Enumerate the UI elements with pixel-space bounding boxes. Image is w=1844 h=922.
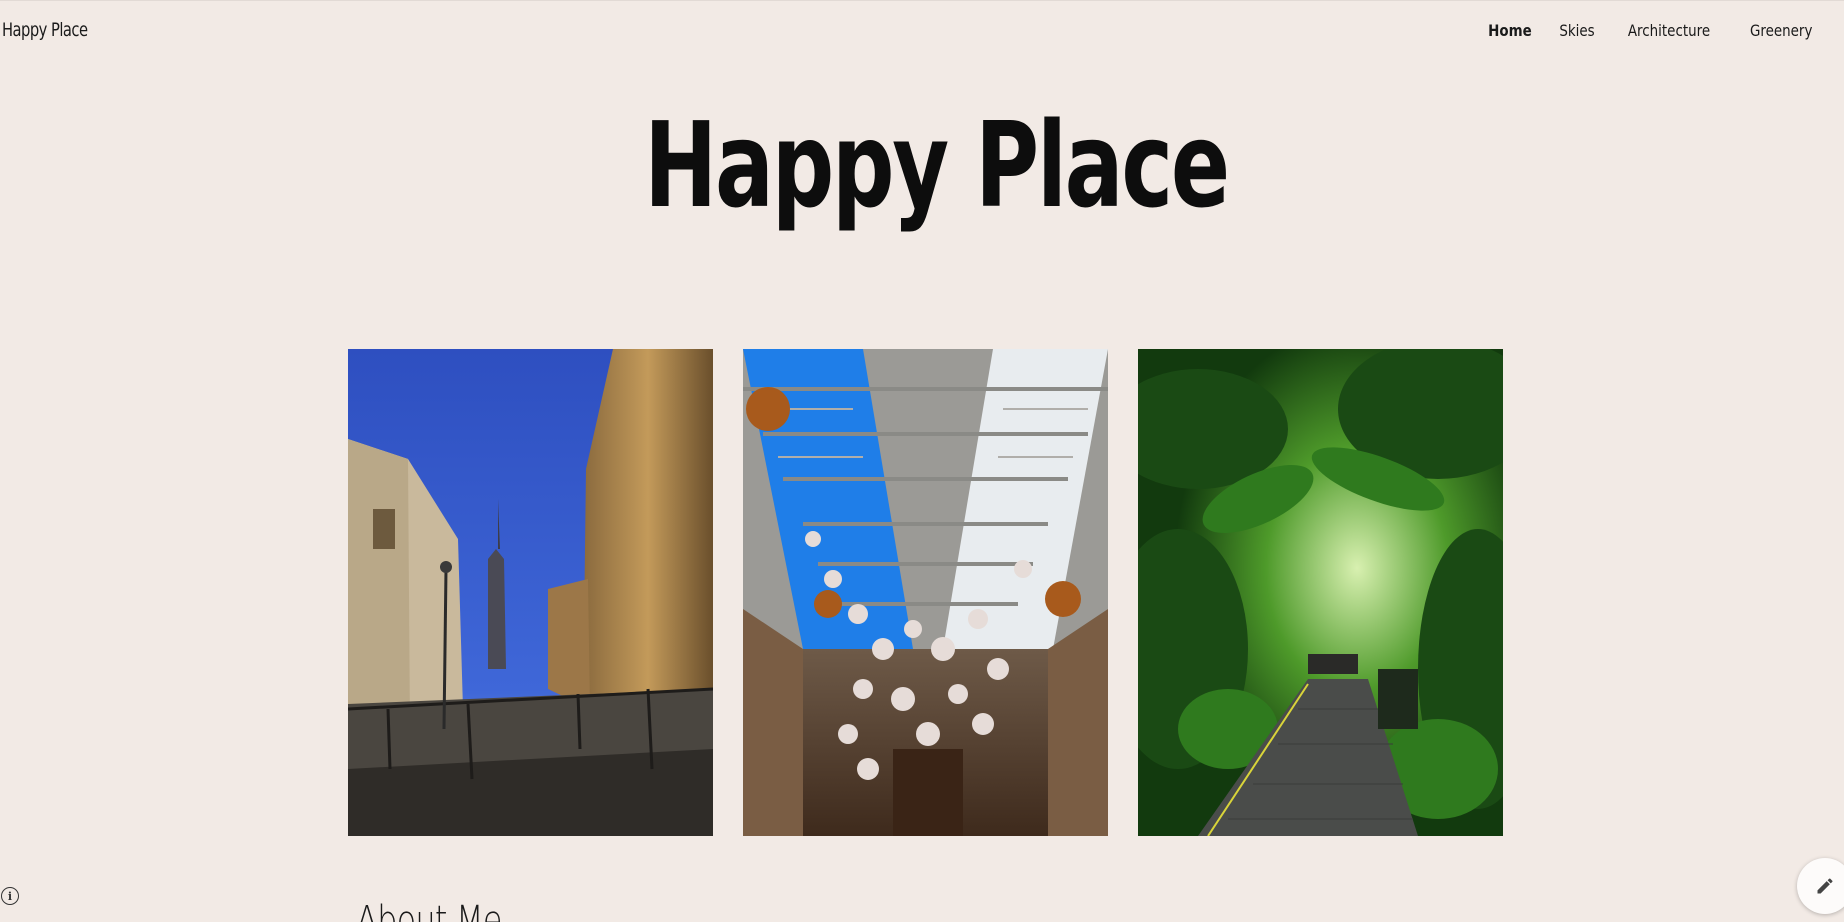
edit-button[interactable] <box>1797 858 1844 914</box>
gallery-image-greenhouse[interactable] <box>1138 349 1503 836</box>
nav-item-skies[interactable]: Skies <box>1559 21 1594 40</box>
info-icon[interactable]: i <box>1 887 19 905</box>
hall-photo-graphic <box>743 349 1108 836</box>
main-nav: Home Skies Architecture Greenery <box>1478 21 1818 40</box>
street-photo-graphic <box>348 349 713 836</box>
about-heading: About Me <box>356 898 502 922</box>
gallery-image-hall[interactable] <box>743 349 1108 836</box>
nav-item-architecture[interactable]: Architecture <box>1628 21 1710 40</box>
site-name-link[interactable]: Happy Place <box>2 19 88 41</box>
nav-item-home[interactable]: Home <box>1488 21 1532 40</box>
page-title: Happy Place <box>644 96 1230 234</box>
greenhouse-photo-graphic <box>1138 349 1503 836</box>
pencil-icon <box>1817 878 1833 894</box>
gallery-image-street[interactable] <box>348 349 713 836</box>
site-header: Happy Place Home Skies Architecture Gree… <box>0 0 1844 62</box>
nav-item-greenery[interactable]: Greenery <box>1750 21 1812 40</box>
